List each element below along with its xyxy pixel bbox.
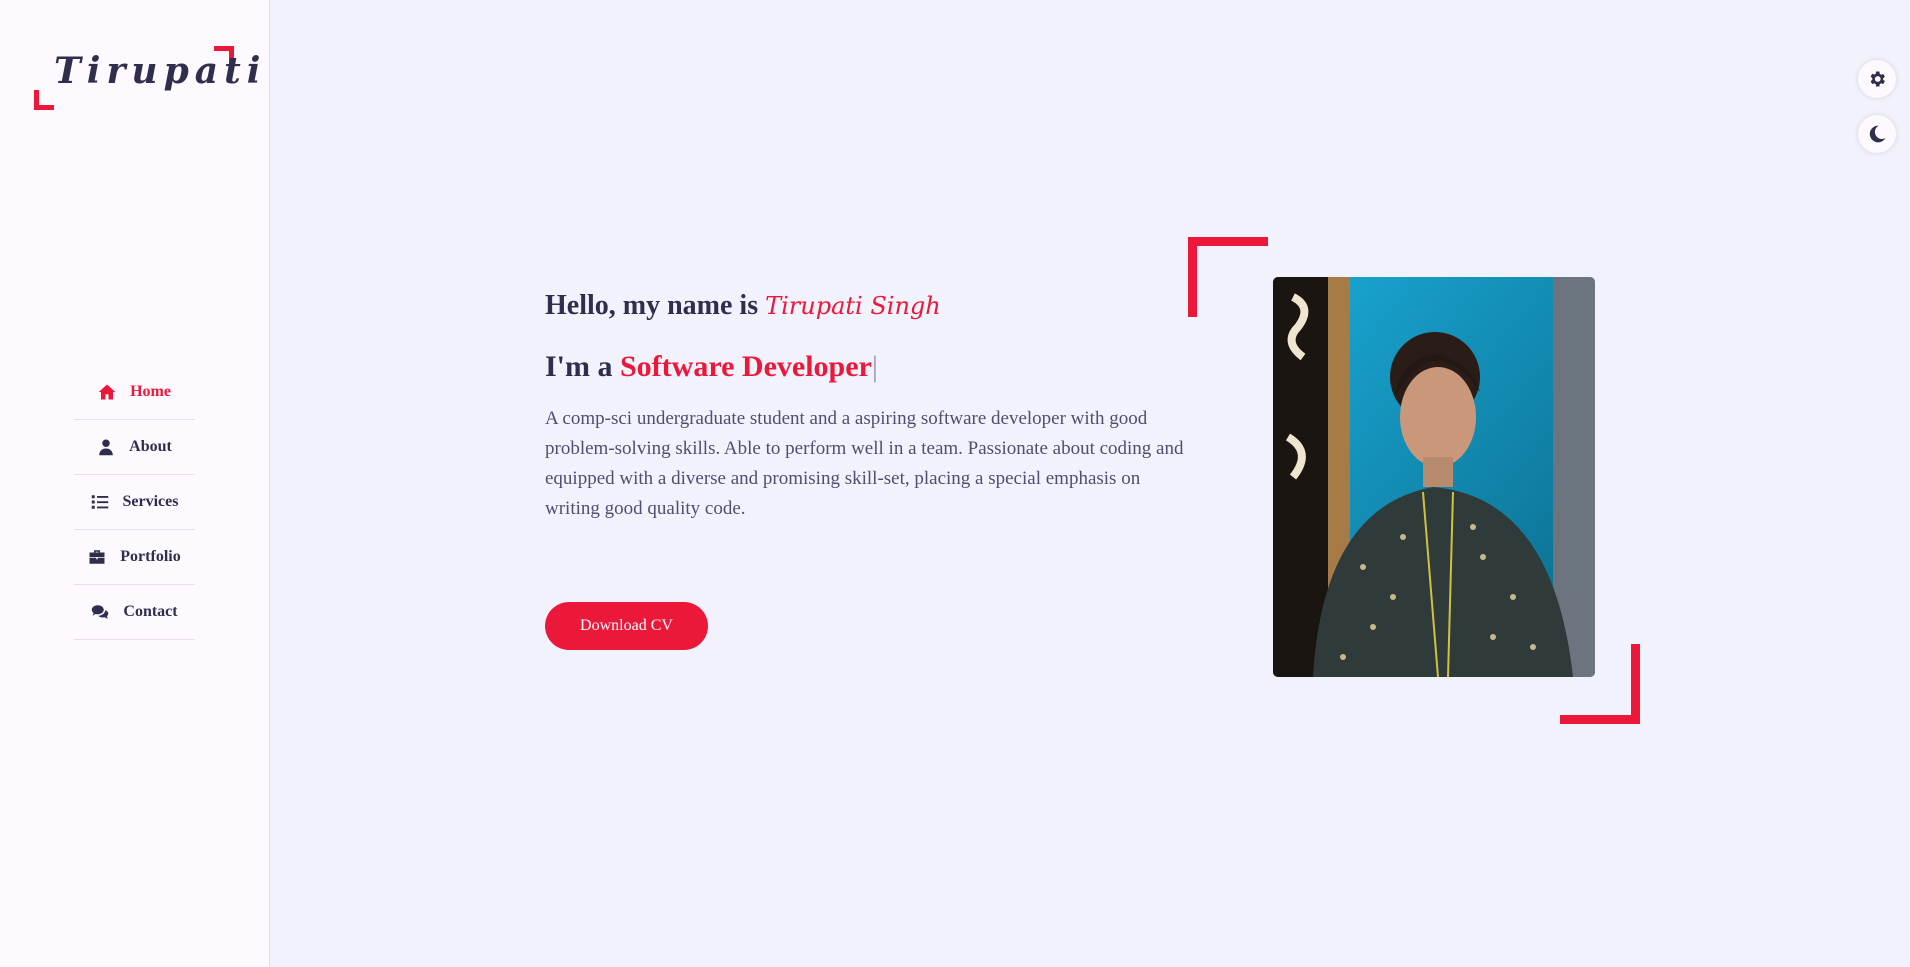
user-icon	[99, 439, 113, 456]
nav-item-label: Contact	[123, 603, 178, 620]
logo-text: Tirupati	[54, 50, 267, 92]
nav-item-about[interactable]: About	[74, 420, 195, 475]
sidebar: Tirupati Home About Services Portfolio C…	[0, 0, 270, 967]
moon-icon	[1869, 125, 1886, 143]
role-heading: I'm a Software Developer|	[545, 350, 1195, 384]
photo-corner-top-left	[1188, 237, 1268, 317]
intro-description: A comp-sci undergraduate student and a a…	[545, 408, 1184, 519]
home-icon	[98, 384, 116, 400]
greeting-text: Hello, my name is	[545, 290, 759, 321]
greeting-heading: Hello, my name is Tirupati Singh	[545, 290, 1195, 340]
nav-item-contact[interactable]: Contact	[74, 585, 195, 640]
nav-item-services[interactable]: Services	[74, 475, 195, 530]
nav-item-portfolio[interactable]: Portfolio	[74, 530, 195, 585]
nav-item-label: Services	[122, 493, 179, 510]
home-intro: Hello, my name is Tirupati Singh I'm a S…	[545, 290, 1195, 524]
list-icon	[91, 495, 108, 509]
settings-toggle-button[interactable]	[1858, 60, 1896, 98]
typing-cursor: |	[871, 350, 878, 383]
role-text: Software Developer	[620, 350, 872, 383]
nav-item-label: Home	[130, 383, 171, 400]
briefcase-icon	[89, 550, 105, 564]
download-cv-button[interactable]: Download CV	[545, 602, 708, 650]
theme-toggle-button[interactable]	[1858, 115, 1896, 153]
main-nav: Home About Services Portfolio Contact	[74, 365, 195, 640]
comments-icon	[92, 605, 109, 619]
gear-icon	[1870, 71, 1885, 87]
nav-item-label: About	[129, 438, 172, 455]
nav-item-label: Portfolio	[120, 548, 181, 565]
logo[interactable]: Tirupati	[34, 46, 260, 110]
profile-photo-illustration	[1273, 277, 1595, 677]
owner-name: Tirupati Singh	[765, 292, 941, 320]
role-prefix: I'm a	[545, 350, 613, 383]
logo-corner-bottom-left	[34, 90, 54, 110]
profile-photo	[1273, 277, 1595, 677]
nav-item-home[interactable]: Home	[74, 365, 195, 420]
